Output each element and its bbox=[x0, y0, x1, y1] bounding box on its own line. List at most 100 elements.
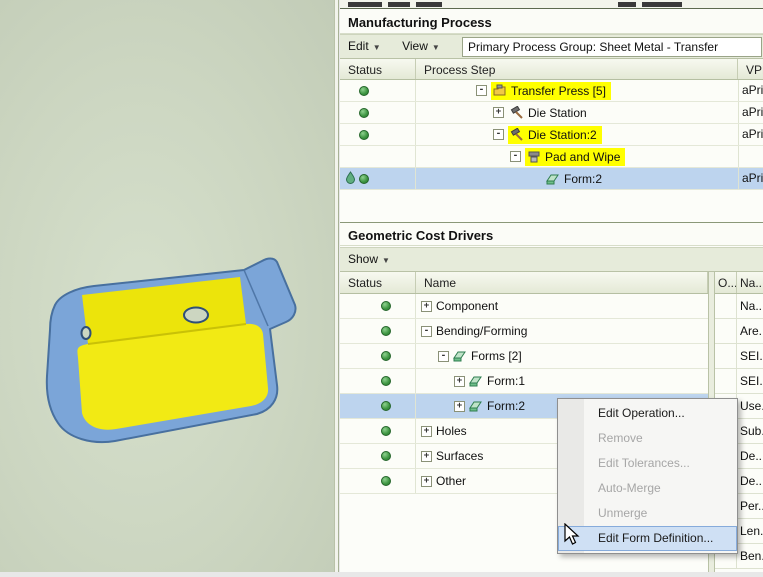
collapse-toggle[interactable]: - bbox=[510, 151, 521, 162]
droplet-icon bbox=[345, 171, 356, 187]
gcd-row-form-1[interactable]: + Form:1 bbox=[340, 369, 708, 394]
edit-menu-button[interactable]: Edit▼ bbox=[340, 35, 390, 58]
menu-item-unmerge: Unmerge bbox=[558, 501, 737, 526]
column-header-status[interactable]: Status bbox=[340, 59, 416, 79]
gcd-toolbar: Show▼ bbox=[340, 247, 763, 272]
collapse-toggle[interactable]: - bbox=[438, 351, 449, 362]
property-row[interactable]: Are... bbox=[715, 319, 763, 344]
column-header-na[interactable]: Na... bbox=[737, 272, 763, 293]
clipped-text-fragment bbox=[416, 2, 442, 7]
status-ok-icon bbox=[359, 108, 369, 118]
gcd-row-bending-forming[interactable]: - Bending/Forming bbox=[340, 319, 708, 344]
status-ok-icon bbox=[359, 130, 369, 140]
process-group-field[interactable]: Primary Process Group: Sheet Metal - Tra… bbox=[462, 37, 762, 57]
collapse-toggle[interactable]: - bbox=[421, 326, 432, 337]
process-table-header: Status Process Step VPE bbox=[340, 59, 763, 80]
clipped-text-fragment bbox=[642, 2, 682, 7]
hammer-icon bbox=[510, 128, 524, 142]
process-step-label: Transfer Press [5] bbox=[511, 84, 606, 98]
menu-item-auto-merge: Auto-Merge bbox=[558, 476, 737, 501]
gcd-label: Form:1 bbox=[487, 374, 525, 388]
collapse-toggle[interactable]: - bbox=[476, 85, 487, 96]
status-ok-icon bbox=[381, 301, 391, 311]
expand-toggle[interactable]: + bbox=[421, 476, 432, 487]
vpe-value: aPri bbox=[738, 80, 763, 101]
property-row[interactable]: SEI... bbox=[715, 369, 763, 394]
pad-wipe-icon bbox=[527, 150, 541, 164]
gcd-label: Form:2 bbox=[487, 399, 525, 413]
chevron-down-icon: ▼ bbox=[382, 256, 390, 265]
clipped-text-fragment bbox=[618, 2, 636, 7]
process-step-label: Form:2 bbox=[564, 172, 602, 186]
column-header-process-step[interactable]: Process Step bbox=[416, 59, 738, 79]
status-ok-icon bbox=[381, 326, 391, 336]
expand-toggle[interactable]: + bbox=[493, 107, 504, 118]
vpe-value: aPri bbox=[738, 124, 763, 145]
menu-item-edit-operation[interactable]: Edit Operation... bbox=[558, 401, 737, 426]
form-icon bbox=[469, 399, 483, 413]
yellow-highlight: Pad and Wipe bbox=[525, 148, 625, 166]
vpe-value: aPri bbox=[738, 168, 763, 189]
expand-toggle[interactable]: + bbox=[421, 426, 432, 437]
status-ok-icon bbox=[381, 426, 391, 436]
menu-item-edit-tolerances: Edit Tolerances... bbox=[558, 451, 737, 476]
form-icon bbox=[546, 172, 560, 186]
gcd-row-component[interactable]: + Component bbox=[340, 294, 708, 319]
expand-toggle[interactable]: + bbox=[454, 401, 465, 412]
process-row-transfer-press[interactable]: - Transfer Press [5] aPri bbox=[340, 80, 763, 102]
process-step-label: Pad and Wipe bbox=[545, 150, 620, 164]
show-menu-button[interactable]: Show▼ bbox=[340, 248, 399, 271]
chevron-down-icon: ▼ bbox=[432, 43, 440, 52]
view-menu-button[interactable]: View▼ bbox=[394, 35, 449, 58]
press-machine-icon bbox=[493, 84, 507, 98]
gcd-label: Holes bbox=[436, 424, 467, 438]
expand-toggle[interactable]: + bbox=[421, 301, 432, 312]
form-icon bbox=[453, 349, 467, 363]
yellow-highlight: Die Station:2 bbox=[508, 126, 602, 144]
clipped-text-fragment bbox=[388, 2, 410, 7]
property-row[interactable]: Na... bbox=[715, 294, 763, 319]
column-header-op[interactable]: O... bbox=[715, 272, 737, 293]
process-row-form-2-selected[interactable]: Form:2 aPri bbox=[340, 168, 763, 190]
gcd-table-header: Status Name O... Na... bbox=[340, 272, 763, 294]
expand-toggle[interactable]: + bbox=[421, 451, 432, 462]
status-ok-icon bbox=[381, 376, 391, 386]
form-icon bbox=[469, 374, 483, 388]
collapse-toggle[interactable]: - bbox=[493, 129, 504, 140]
status-ok-icon bbox=[381, 351, 391, 361]
process-step-label: Die Station bbox=[528, 106, 587, 120]
manufacturing-process-toolbar: Edit▼ View▼ Primary Process Group: Sheet… bbox=[340, 34, 763, 59]
status-ok-icon bbox=[359, 174, 369, 184]
gcd-label: Forms [2] bbox=[471, 349, 522, 363]
column-header-status[interactable]: Status bbox=[340, 272, 416, 293]
3d-viewport[interactable] bbox=[0, 0, 334, 572]
process-row-die-station[interactable]: + Die Station aPri bbox=[340, 102, 763, 124]
menu-item-edit-form-definition[interactable]: Edit Form Definition... bbox=[558, 526, 737, 551]
hammer-icon bbox=[510, 106, 524, 120]
property-row[interactable]: SEI... bbox=[715, 344, 763, 369]
gcd-label: Surfaces bbox=[436, 449, 483, 463]
gcd-row-forms[interactable]: - Forms [2] bbox=[340, 344, 708, 369]
clipped-text-fragment bbox=[348, 2, 382, 7]
status-ok-icon bbox=[359, 86, 369, 96]
process-row-die-station-2[interactable]: - Die Station:2 aPri bbox=[340, 124, 763, 146]
yellow-highlight: Transfer Press [5] bbox=[491, 82, 611, 100]
column-header-vpe[interactable]: VPE bbox=[738, 59, 763, 79]
status-ok-icon bbox=[381, 401, 391, 411]
gcd-label: Other bbox=[436, 474, 466, 488]
gcd-title: Geometric Cost Drivers bbox=[340, 222, 763, 246]
process-row-pad-and-wipe[interactable]: - Pad and Wipe bbox=[340, 146, 763, 168]
part-hole-large bbox=[184, 308, 208, 323]
mouse-cursor-icon bbox=[563, 523, 581, 552]
status-ok-icon bbox=[381, 451, 391, 461]
column-header-name[interactable]: Name bbox=[416, 272, 708, 293]
manufacturing-process-title: Manufacturing Process bbox=[340, 10, 763, 34]
vpe-value: aPri bbox=[738, 102, 763, 123]
clipped-toolbar bbox=[340, 0, 763, 9]
sheet-metal-part bbox=[0, 0, 334, 572]
process-step-label: Die Station:2 bbox=[528, 128, 597, 142]
pane-divider[interactable] bbox=[334, 0, 339, 572]
expand-toggle[interactable]: + bbox=[454, 376, 465, 387]
status-ok-icon bbox=[381, 476, 391, 486]
menu-item-remove: Remove bbox=[558, 426, 737, 451]
